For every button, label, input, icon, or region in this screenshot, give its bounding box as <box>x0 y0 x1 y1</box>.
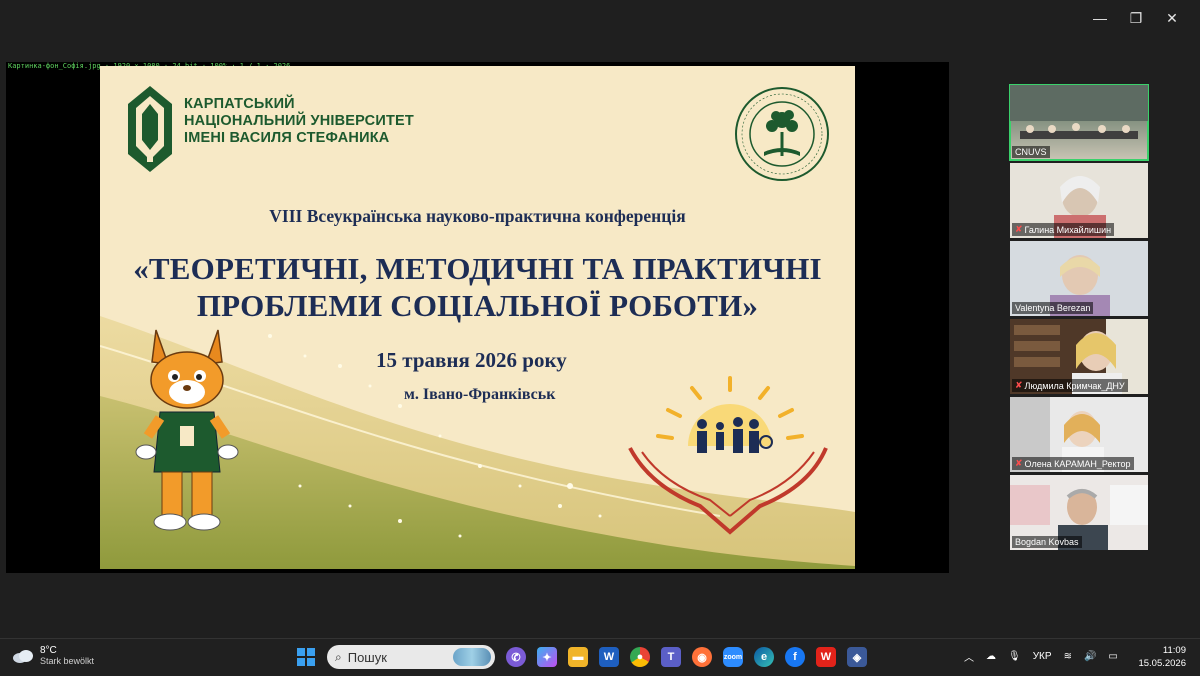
lynx-mascot-icon <box>135 329 239 531</box>
app-icon[interactable]: ◈ <box>847 647 867 667</box>
mic-muted-icon: ✘ <box>1015 380 1023 390</box>
participant-tile[interactable]: ✘ Галина Михайлишин <box>1010 163 1148 238</box>
conference-title-line: ПРОБЛЕМИ СОЦІАЛЬНОЇ РОБОТИ» <box>196 288 759 323</box>
taskbar-search[interactable]: ⌕ Пошук <box>327 645 495 669</box>
volume-icon[interactable]: 🔊 <box>1084 651 1096 662</box>
participant-name: Bogdan Kovbas <box>1015 537 1079 547</box>
word-icon[interactable]: W <box>599 647 619 667</box>
family-hands-icon <box>628 376 828 535</box>
university-logo-icon <box>128 86 172 172</box>
conference-subtitle: VIII Всеукраїнська науково-практична кон… <box>269 206 686 226</box>
wps-icon[interactable]: W <box>816 647 836 667</box>
participant-tile[interactable]: Valentyna Berezan <box>1010 241 1148 316</box>
microphone-icon[interactable]: 🎙 <box>1008 651 1021 662</box>
teams-icon[interactable]: T <box>661 647 681 667</box>
participant-name-tag: CNUVS <box>1012 146 1050 158</box>
participant-name-tag: ✘ Олена КАРАМАН_Ректор <box>1012 457 1134 470</box>
language-indicator[interactable]: УКР <box>1033 651 1052 662</box>
wifi-icon[interactable]: ≋ <box>1064 651 1072 662</box>
participant-name: Олена КАРАМАН_Ректор <box>1024 458 1131 469</box>
clock[interactable]: 11:09 15.05.2026 <box>1138 644 1186 670</box>
windows-start-icon[interactable] <box>296 647 316 667</box>
university-name-line: КАРПАТСЬКИЙ <box>184 96 295 112</box>
shared-screen: Картинка-фон_Софія.jpg · 1920 × 1080 · 2… <box>6 62 949 573</box>
participant-name: Valentyna Berezan <box>1015 303 1091 313</box>
participant-tile[interactable]: ✘ Олена КАРАМАН_Ректор <box>1010 397 1148 472</box>
facebook-icon[interactable]: f <box>785 647 805 667</box>
search-icon: ⌕ <box>335 649 342 664</box>
mic-muted-icon: ✘ <box>1015 224 1023 234</box>
participant-tile[interactable]: ✘ Людмила Кримчак_ДНУ <box>1010 319 1148 394</box>
conference-slide: КАРПАТСЬКИЙ НАЦІОНАЛЬНИЙ УНІВЕРСИТЕТ ІМЕ… <box>100 66 855 569</box>
participant-name-tag: Valentyna Berezan <box>1012 302 1094 314</box>
window-controls: — ❐ ✕ <box>1082 8 1190 28</box>
close-button[interactable]: ✕ <box>1154 8 1190 28</box>
conference-date: 15 травня 2026 року <box>376 348 567 372</box>
participant-tile[interactable]: Bogdan Kovbas <box>1010 475 1148 550</box>
copilot-icon[interactable]: ✦ <box>537 647 557 667</box>
search-placeholder: Пошук <box>347 649 387 665</box>
weather-widget[interactable]: 8°C Stark bewölkt <box>12 645 94 666</box>
participant-tile[interactable]: CNUVS <box>1009 84 1149 161</box>
viber-icon[interactable]: ✆ <box>506 647 526 667</box>
zoom-icon[interactable]: zoom <box>723 647 743 667</box>
clock-time: 11:09 <box>1162 645 1186 656</box>
participant-name: Галина Михайлишин <box>1024 224 1112 235</box>
conference-title-line: «ТЕОРЕТИЧНІ, МЕТОДИЧНІ ТА ПРАКТИЧНІ <box>133 251 822 286</box>
weather-text: Stark bewölkt <box>40 656 95 666</box>
taskbar-apps: ⌕ Пошук ✆ ✦ ▬ W ● T ◉ zoom e f W ◈ <box>296 645 867 669</box>
chrome-icon[interactable]: ● <box>630 647 650 667</box>
participant-name-tag: Bogdan Kovbas <box>1012 536 1082 548</box>
cloud-icon <box>13 649 33 663</box>
university-name: КАРПАТСЬКИЙ НАЦІОНАЛЬНИЙ УНІВЕРСИТЕТ ІМЕ… <box>184 96 414 147</box>
mic-muted-icon: ✘ <box>1015 458 1023 468</box>
participant-name: CNUVS <box>1015 147 1047 157</box>
participant-name-tag: ✘ Людмила Кримчак_ДНУ <box>1012 379 1128 392</box>
institute-seal-icon <box>735 87 829 181</box>
conference-city: м. Івано-Франківськ <box>404 386 556 403</box>
participant-name-tag: ✘ Галина Михайлишин <box>1012 223 1115 236</box>
conference-title: «ТЕОРЕТИЧНІ, МЕТОДИЧНІ ТА ПРАКТИЧНІ ПРОБ… <box>100 250 855 324</box>
taskbar: 8°C Stark bewölkt ⌕ Пошук ✆ ✦ ▬ W ● T ◉ … <box>0 638 1200 676</box>
search-highlight-icon <box>453 648 491 666</box>
university-name-line: ІМЕНІ ВАСИЛЯ СТЕФАНИКА <box>184 130 390 146</box>
file-explorer-icon[interactable]: ▬ <box>568 647 588 667</box>
weather-temp: 8°C <box>40 645 57 656</box>
system-tray: ︿ ☁ 🎙 УКР ≋ 🔊 ▭ <box>964 649 1118 664</box>
onedrive-icon[interactable]: ☁ <box>986 651 996 662</box>
chevron-up-icon[interactable]: ︿ <box>964 649 974 664</box>
edge-icon[interactable]: e <box>754 647 774 667</box>
battery-icon[interactable]: ▭ <box>1108 651 1117 662</box>
minimize-button[interactable]: — <box>1082 8 1118 28</box>
university-name-line: НАЦІОНАЛЬНИЙ УНІВЕРСИТЕТ <box>184 113 414 129</box>
participant-name: Людмила Кримчак_ДНУ <box>1024 380 1125 391</box>
firefox-icon[interactable]: ◉ <box>692 647 712 667</box>
restore-button[interactable]: ❐ <box>1118 8 1154 28</box>
clock-date: 15.05.2026 <box>1138 658 1186 669</box>
